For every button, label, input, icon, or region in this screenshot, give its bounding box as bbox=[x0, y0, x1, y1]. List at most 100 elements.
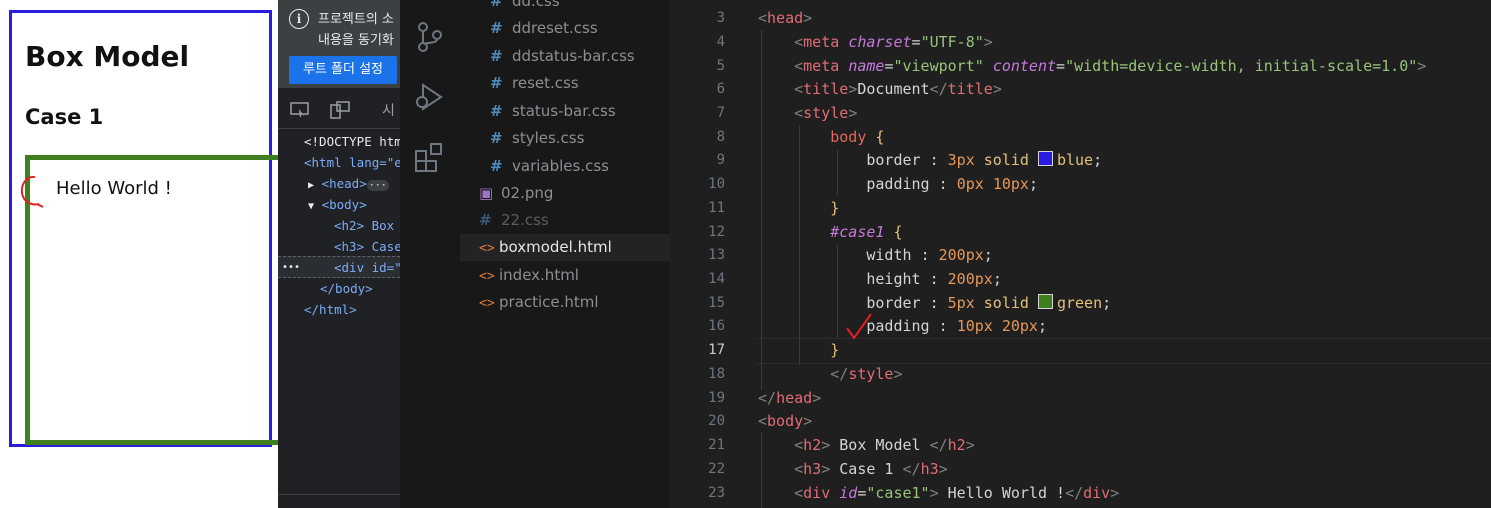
css-hash-icon: # bbox=[490, 74, 503, 92]
code-line: <h3> Case 1 </h3> bbox=[794, 460, 948, 478]
css-hash-icon: # bbox=[490, 157, 503, 175]
code-line: border : 5px solid green; bbox=[866, 294, 1112, 312]
dom-html-open[interactable]: <html lang="en"> bbox=[304, 153, 400, 173]
devtools-breadcrumb-bar bbox=[278, 494, 400, 508]
line-number: 21 bbox=[708, 437, 725, 453]
node-actions-ellipsis[interactable]: ••• bbox=[282, 258, 300, 278]
file-item[interactable]: # variables.css bbox=[490, 153, 609, 180]
workspace-notice: i 프로젝트의 소 내용을 동기화 루트 폴더 설정 bbox=[278, 0, 400, 88]
line-number: 9 bbox=[716, 152, 725, 168]
code-line: <meta charset="UTF-8"> bbox=[794, 33, 993, 51]
case1-text: Hello World ! bbox=[56, 178, 172, 199]
inspect-element-icon[interactable] bbox=[290, 101, 310, 119]
line-number: 7 bbox=[716, 105, 725, 121]
preview-heading: Box Model bbox=[25, 40, 190, 73]
collapsed-ellipsis[interactable]: ··· bbox=[366, 180, 389, 191]
code-line: </style> bbox=[830, 365, 903, 383]
dom-head[interactable]: ▶ <head> ··· bbox=[308, 174, 389, 194]
line-number: 4 bbox=[716, 34, 725, 50]
line-number: 15 bbox=[708, 295, 725, 311]
code-line-current: } bbox=[830, 341, 840, 359]
file-item[interactable]: <> index.html bbox=[479, 262, 579, 289]
html-icon: <> bbox=[479, 296, 495, 311]
code-line: border : 3px solid blue; bbox=[866, 151, 1103, 169]
file-item[interactable]: <> practice.html bbox=[479, 289, 599, 316]
code-line: } bbox=[830, 199, 840, 217]
green-color-swatch[interactable] bbox=[1037, 294, 1053, 309]
line-number: 20 bbox=[708, 413, 725, 429]
line-number: 5 bbox=[716, 58, 725, 74]
file-explorer: # dd.css # ddreset.css # ddstatus-bar.css #… bbox=[460, 0, 670, 508]
code-line: padding : 10px 20px; bbox=[866, 317, 1047, 335]
dom-body-close[interactable]: </body> bbox=[320, 279, 373, 299]
line-number: 18 bbox=[708, 366, 725, 382]
dom-h2[interactable]: <h2> Box Model bbox=[334, 216, 400, 236]
css-hash-icon: # bbox=[490, 129, 503, 147]
code-line: <body> bbox=[758, 412, 813, 430]
file-item[interactable]: # ddstatus-bar.css bbox=[490, 43, 635, 70]
css-hash-icon: # bbox=[490, 47, 503, 65]
file-item[interactable]: # styles.css bbox=[490, 125, 584, 152]
code-line: </head> bbox=[758, 389, 822, 407]
devtools-panel: i 프로젝트의 소 내용을 동기화 루트 폴더 설정 시 <!DOCTYPE h… bbox=[278, 0, 400, 508]
code-line: <head> bbox=[758, 9, 813, 27]
file-item[interactable]: # ddreset.css bbox=[490, 15, 598, 42]
code-line: <h2> Box Model </h2> bbox=[794, 436, 975, 454]
preview-subheading: Case 1 bbox=[25, 105, 104, 129]
file-item[interactable]: #22.css bbox=[479, 207, 549, 234]
file-item[interactable]: ▣ 02.png bbox=[479, 180, 553, 207]
blue-color-swatch[interactable] bbox=[1037, 151, 1053, 166]
dom-html-close[interactable]: </html> bbox=[304, 300, 357, 320]
file-item-active[interactable]: <> boxmodel.html bbox=[479, 234, 612, 261]
set-root-folder-button[interactable]: 루트 폴더 설정 bbox=[289, 56, 397, 84]
dom-div-case1[interactable]: <div id="case1"> bbox=[334, 258, 400, 278]
extensions-icon[interactable] bbox=[413, 140, 447, 174]
css-hash-icon: # bbox=[490, 0, 503, 10]
run-debug-icon[interactable] bbox=[413, 80, 447, 114]
file-item[interactable]: # status-bar.css bbox=[490, 98, 616, 125]
browser-preview: Box Model Case 1 Hello World ! bbox=[0, 0, 278, 508]
dom-doctype[interactable]: <!DOCTYPE html> bbox=[304, 132, 400, 152]
device-toggle-icon[interactable] bbox=[330, 101, 350, 119]
notice-line-2: 내용을 동기화 bbox=[318, 33, 394, 48]
info-icon: i bbox=[289, 9, 309, 29]
css-hash-icon: # bbox=[490, 19, 503, 37]
css-hash-icon: # bbox=[479, 211, 492, 229]
code-line: <meta name="viewport" content="width=dev… bbox=[794, 57, 1427, 75]
code-line: <div id="case1"> Hello World !</div> bbox=[794, 484, 1120, 502]
file-item[interactable]: # reset.css bbox=[490, 70, 579, 97]
code-editor[interactable]: 3 4 5 6 7 8 9 10 11 12 13 14 15 16 17 18… bbox=[670, 0, 1491, 508]
line-number: 14 bbox=[708, 271, 725, 287]
line-number: 3 bbox=[716, 10, 725, 26]
notice-line-1: 프로젝트의 소 bbox=[318, 12, 394, 27]
source-control-icon[interactable] bbox=[413, 20, 447, 54]
code-line: height : 200px; bbox=[866, 270, 1002, 288]
dom-h3[interactable]: <h3> Case 1 bbox=[334, 237, 400, 257]
html-icon: <> bbox=[479, 241, 495, 256]
line-number: 23 bbox=[708, 485, 725, 501]
collapse-triangle-icon[interactable]: ▼ bbox=[308, 201, 314, 212]
line-number: 6 bbox=[716, 81, 725, 97]
code-line: <title>Document</title> bbox=[794, 80, 1002, 98]
code-line: padding : 0px 10px; bbox=[866, 175, 1038, 193]
css-hash-icon: # bbox=[490, 102, 503, 120]
dom-body-open[interactable]: ▼ <body> bbox=[308, 195, 367, 215]
line-number: 11 bbox=[708, 200, 725, 216]
devtools-toolbar: 시 bbox=[278, 92, 400, 129]
annotation-checkmark-icon bbox=[846, 313, 872, 340]
line-number: 13 bbox=[708, 247, 725, 263]
html-icon: <> bbox=[479, 269, 495, 284]
code-line: #case1 { bbox=[830, 223, 903, 241]
tab-elements-partial[interactable]: 시 bbox=[382, 100, 395, 120]
line-number: 10 bbox=[708, 176, 725, 192]
line-number: 8 bbox=[716, 129, 725, 145]
line-number: 16 bbox=[708, 318, 725, 334]
code-line: width : 200px; bbox=[866, 246, 993, 264]
line-number: 19 bbox=[708, 390, 725, 406]
line-number: 22 bbox=[708, 461, 725, 477]
line-number-current: 17 bbox=[708, 342, 725, 358]
activity-bar bbox=[400, 0, 460, 508]
file-item[interactable]: # dd.css bbox=[490, 0, 560, 15]
expand-triangle-icon[interactable]: ▶ bbox=[308, 180, 314, 191]
annotation-circle bbox=[20, 175, 44, 208]
